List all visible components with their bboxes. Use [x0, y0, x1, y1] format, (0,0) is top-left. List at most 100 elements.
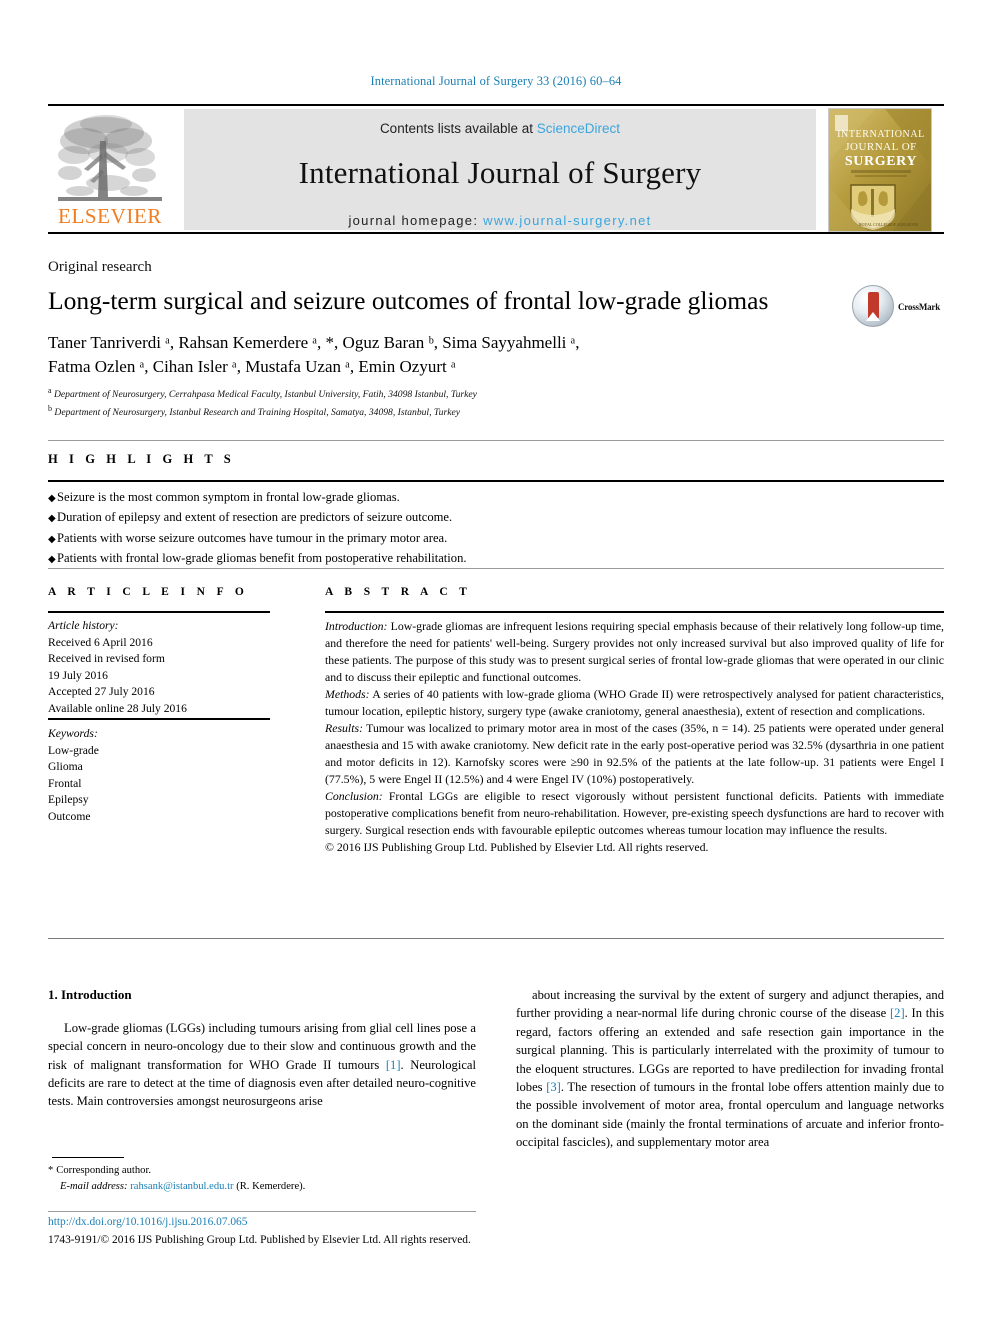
article-info-rule: [48, 611, 270, 613]
elsevier-logo: ELSEVIER: [48, 109, 172, 231]
journal-cover-thumbnail: INTERNATIONAL JOURNAL OF SURGERY ROYAL C…: [828, 108, 932, 232]
abstract-section-introduction: Introduction: Low-grade gliomas are infr…: [325, 618, 944, 686]
masthead-rule-bottom: [48, 232, 944, 234]
page-footer-rule: [48, 1211, 476, 1212]
journal-homepage-line: journal homepage: www.journal-surgery.ne…: [184, 213, 816, 228]
page-title: Long-term surgical and seizure outcomes …: [48, 286, 769, 315]
email-label: E-mail address:: [60, 1180, 128, 1192]
svg-text:ROYAL COLLEGE: ROYAL COLLEGE: [859, 222, 892, 227]
sciencedirect-link[interactable]: ScienceDirect: [537, 121, 620, 136]
article-type: Original research: [48, 259, 152, 275]
citation-reference[interactable]: [1]: [386, 1058, 401, 1072]
highlight-text: Patients with worse seizure outcomes hav…: [57, 530, 448, 545]
bullet-icon: ◆: [48, 533, 56, 545]
affiliation-text-a: Department of Neurosurgery, Cerrahpasa M…: [53, 389, 477, 401]
history-item: Available online 28 July 2016: [48, 701, 187, 715]
highlights-rule-bottom: [48, 568, 944, 569]
svg-text:OF SURGEONS: OF SURGEONS: [891, 222, 918, 227]
abstract-heading: A B S T R A C T: [325, 586, 472, 598]
highlights-heading: H I G H L I G H T S: [48, 452, 235, 466]
keyword-item: Glioma: [48, 760, 83, 774]
abstract-text-methods: A series of 40 patients with low-grade g…: [325, 686, 944, 718]
contents-prefix: Contents lists available at: [379, 121, 537, 136]
citation-reference[interactable]: [2]: [890, 1006, 905, 1020]
svg-text:SURGERY: SURGERY: [845, 154, 917, 169]
asterisk-icon: *: [48, 1165, 54, 1176]
doi-link[interactable]: http://dx.doi.org/10.1016/j.ijsu.2016.07…: [48, 1216, 247, 1228]
journal-article-page: International Journal of Surgery 33 (201…: [0, 0, 992, 1323]
contents-line: Contents lists available at ScienceDirec…: [184, 121, 816, 136]
article-history: Article history: Received 6 April 2016 R…: [48, 618, 278, 717]
highlights-rule-top: [48, 440, 944, 441]
footnote-rule: [52, 1157, 124, 1158]
highlights-rule-mid: [48, 480, 944, 482]
crossmark-logo[interactable]: CrossMark: [852, 285, 940, 329]
crossmark-triangle: [866, 312, 880, 321]
history-item: Received 6 April 2016: [48, 635, 153, 649]
svg-text:JOURNAL OF: JOURNAL OF: [845, 141, 917, 153]
keywords-block: Keywords: Low-grade Glioma Frontal Epile…: [48, 726, 278, 825]
history-item: 19 July 2016: [48, 668, 108, 682]
email-line: E-mail address: rahsank@istanbul.edu.tr …: [48, 1179, 478, 1195]
abstract-section-rule: [48, 938, 944, 939]
keywords-label: Keywords:: [48, 727, 98, 740]
abstract-label-conclusion: Conclusion:: [325, 788, 383, 803]
keyword-item: Frontal: [48, 776, 82, 790]
elsevier-wordmark: ELSEVIER: [58, 204, 162, 228]
history-item: Accepted 27 July 2016: [48, 685, 155, 699]
keyword-item: Outcome: [48, 809, 91, 823]
section-heading-introduction: 1. Introduction: [48, 987, 132, 1002]
abstract-text-introduction: Low-grade gliomas are infrequent lesions…: [325, 619, 944, 684]
abstract-text-conclusion: Frontal LGGs are eligible to resect vigo…: [325, 788, 944, 837]
history-item: Received in revised form: [48, 652, 165, 666]
journal-cover-art: INTERNATIONAL JOURNAL OF SURGERY ROYAL C…: [829, 109, 931, 231]
journal-band: Contents lists available at ScienceDirec…: [184, 109, 816, 230]
bullet-icon: ◆: [48, 493, 56, 504]
crossmark-badge-icon: [852, 285, 894, 327]
journal-homepage-link[interactable]: www.journal-surgery.net: [483, 213, 651, 228]
abstract-label-methods: Methods:: [325, 686, 370, 701]
article-info-heading: A R T I C L E I N F O: [48, 586, 249, 598]
running-head: International Journal of Surgery 33 (201…: [370, 74, 622, 88]
svg-text:INTERNATIONAL: INTERNATIONAL: [837, 129, 925, 140]
keywords-rule: [48, 718, 270, 720]
abstract-rule: [325, 611, 944, 613]
corresponding-author-footnote: * Corresponding author. E-mail address: r…: [48, 1163, 478, 1195]
bullet-icon: ◆: [48, 513, 56, 525]
abstract-section-conclusion: Conclusion: Frontal LGGs are eligible to…: [325, 788, 944, 839]
crossmark-label: CrossMark: [898, 302, 941, 312]
email-link[interactable]: rahsank@istanbul.edu.tr: [130, 1181, 233, 1192]
keyword-item: Low-grade: [48, 743, 99, 757]
affiliation-b: b Department of Neurosurgery, Istanbul R…: [48, 403, 748, 421]
article-history-label: Article history:: [48, 619, 119, 632]
masthead-rule-top: [48, 104, 944, 106]
list-item: ◆Seizure is the most common symptom in f…: [48, 487, 748, 507]
issn-copyright-line: 1743-9191/© 2016 IJS Publishing Group Lt…: [48, 1234, 471, 1246]
affiliation-list: a Department of Neurosurgery, Cerrahpasa…: [48, 385, 748, 421]
author-line-2: Fatma Ozlen ᵃ, Cihan Isler ᵃ, Mustafa Uz…: [48, 357, 456, 377]
affiliation-text-b: Department of Neurosurgery, Istanbul Res…: [54, 407, 460, 419]
list-item: ◆Patients with frontal low-grade gliomas…: [48, 548, 748, 568]
affiliation-mark-a: a: [48, 386, 52, 395]
body-column-right: about increasing the survival by the ext…: [516, 986, 944, 1151]
highlight-text: Patients with frontal low-grade gliomas …: [57, 551, 467, 566]
homepage-prefix: journal homepage:: [348, 213, 484, 228]
list-item: ◆Duration of epilepsy and extent of rese…: [48, 507, 748, 527]
abstract-label-introduction: Introduction:: [325, 619, 388, 633]
abstract-section-methods: Methods: A series of 40 patients with lo…: [325, 686, 944, 720]
journal-masthead: ELSEVIER Contents lists available at Sci…: [48, 104, 944, 234]
author-line-1: Taner Tanriverdi ᵃ, Rahsan Kemerdere ᵃ, …: [48, 333, 580, 352]
highlight-text: Seizure is the most common symptom in fr…: [57, 490, 400, 504]
citation-reference[interactable]: [3]: [546, 1080, 561, 1094]
highlight-text: Duration of epilepsy and extent of resec…: [57, 510, 453, 525]
list-item: ◆Patients with worse seizure outcomes ha…: [48, 528, 748, 548]
corresponding-author-text: Corresponding author.: [56, 1165, 152, 1176]
affiliation-mark-b: b: [48, 404, 52, 414]
keyword-item: Epilepsy: [48, 793, 89, 807]
corresponding-author-line: * Corresponding author.: [48, 1163, 478, 1179]
body-column-left: 1. Introduction Low-grade gliomas (LGGs)…: [48, 986, 476, 1111]
author-list: Taner Tanriverdi ᵃ, Rahsan Kemerdere ᵃ, …: [48, 331, 848, 379]
abstract-text-results: Tumour was localized to primary motor ar…: [325, 720, 944, 786]
abstract-copyright: © 2016 IJS Publishing Group Ltd. Publish…: [325, 839, 709, 854]
intro-paragraph-left: Low-grade gliomas (LGGs) including tumou…: [48, 1020, 476, 1109]
